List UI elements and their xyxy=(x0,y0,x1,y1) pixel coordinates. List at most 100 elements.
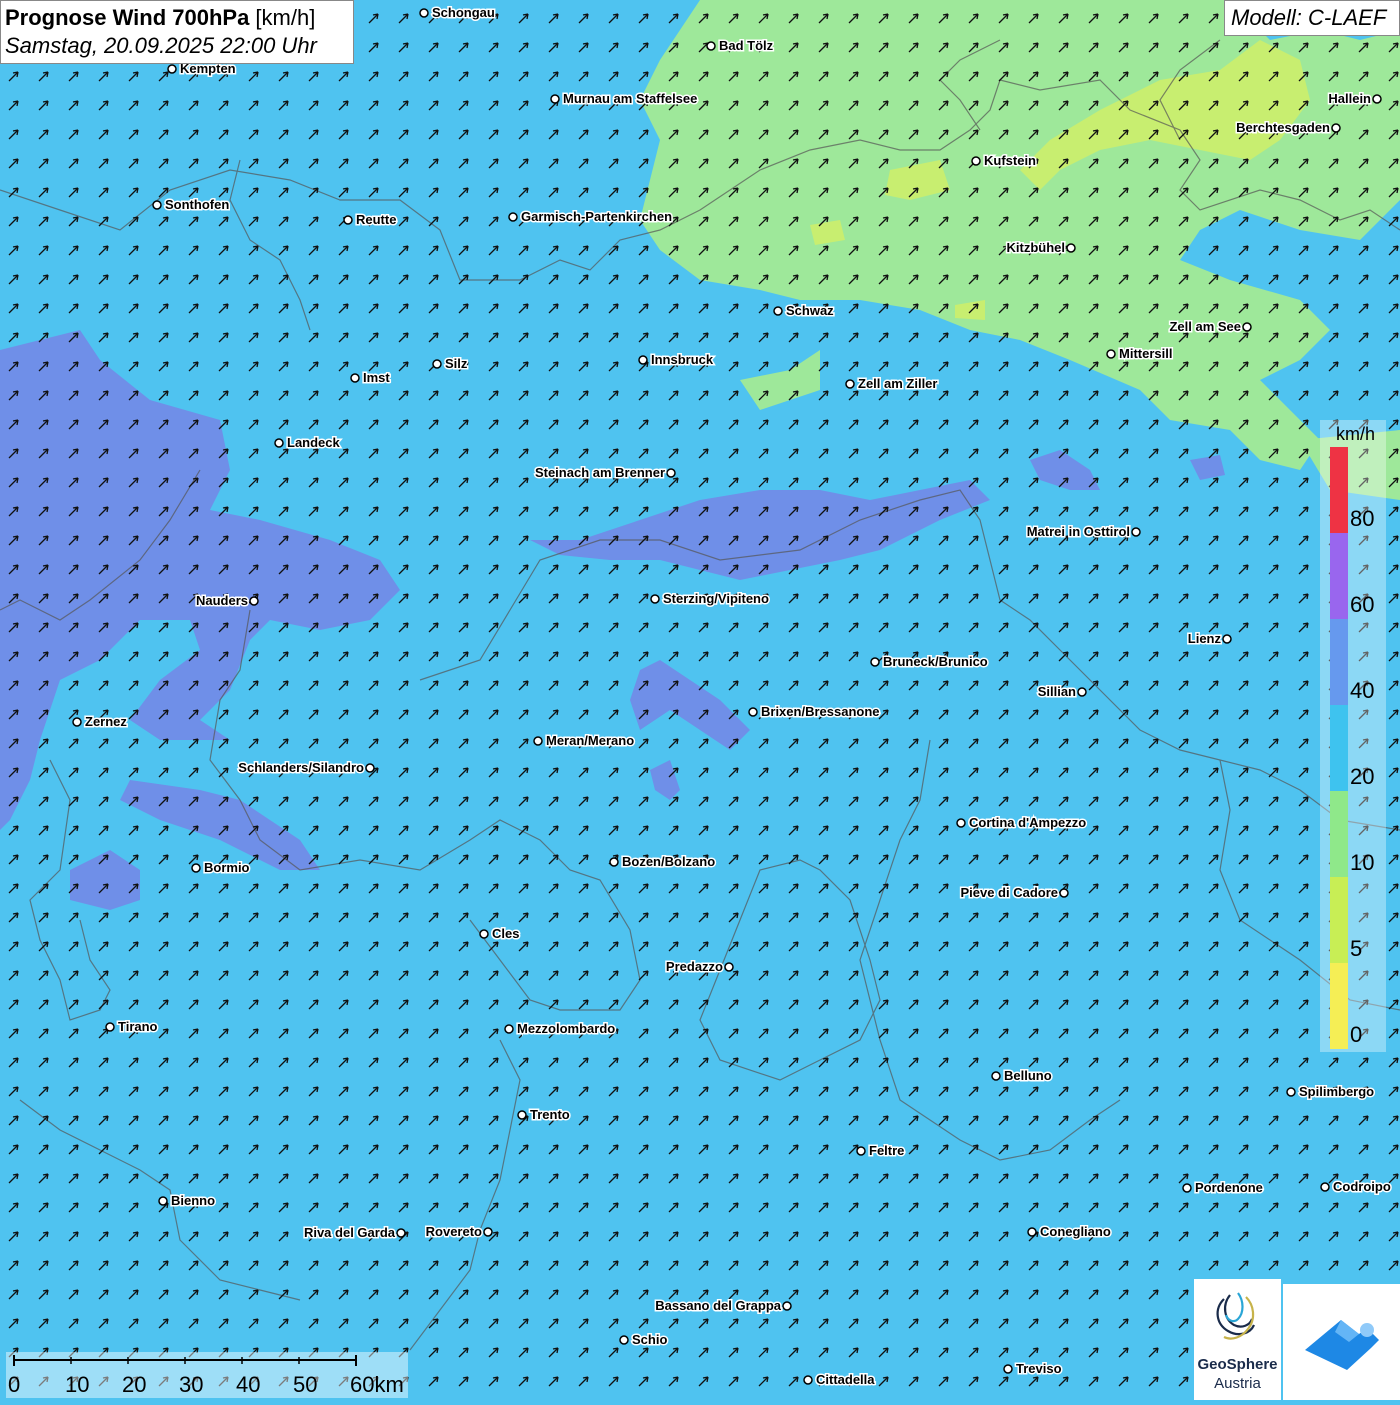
city-dot-icon xyxy=(638,355,648,365)
city-label: Pordenone xyxy=(1195,1180,1263,1195)
city-dot-icon xyxy=(1027,1227,1037,1237)
legend-band xyxy=(1330,877,1348,963)
city-marker: Kitzbühel xyxy=(1005,239,1076,257)
city-dot-icon xyxy=(479,929,489,939)
legend-band xyxy=(1330,963,1348,1049)
city-marker: Spilimbergo xyxy=(1286,1083,1376,1101)
city-dot-icon xyxy=(550,94,560,104)
legend-band xyxy=(1330,533,1348,619)
city-label: Bruneck/Brunico xyxy=(883,654,988,669)
legend-tick-label: 20 xyxy=(1350,764,1375,789)
city-dot-icon xyxy=(1242,322,1252,332)
city-dot-icon xyxy=(432,359,442,369)
city-label: Feltre xyxy=(869,1143,904,1158)
title-bold: Prognose Wind 700hPa xyxy=(5,5,250,30)
city-dot-icon xyxy=(191,863,201,873)
city-label: Sterzing/Vipiteno xyxy=(663,591,769,606)
city-label: Zernez xyxy=(85,714,127,729)
weather-app-icon xyxy=(1305,1320,1379,1370)
city-dot-icon xyxy=(1320,1182,1330,1192)
city-label: Mittersill xyxy=(1119,346,1172,361)
city-dot-icon xyxy=(1059,888,1069,898)
scale-tick-label: 0 xyxy=(8,1372,21,1397)
city-label: Treviso xyxy=(1016,1361,1062,1376)
city-dot-icon xyxy=(870,657,880,667)
city-label: Belluno xyxy=(1004,1068,1052,1083)
city-dot-icon xyxy=(1222,634,1232,644)
city-label: Reutte xyxy=(356,212,396,227)
city-label: Conegliano xyxy=(1040,1224,1111,1239)
city-label: Codroipo xyxy=(1333,1179,1391,1194)
forecast-datetime: Samstag, 20.09.2025 22:00 Uhr xyxy=(5,33,317,58)
city-label: Cles xyxy=(492,926,519,941)
city-label: Sonthofen xyxy=(165,197,229,212)
city-marker: Mezzolombardo xyxy=(504,1020,617,1038)
city-label: Sillian xyxy=(1038,684,1076,699)
city-label: Silz xyxy=(445,356,468,371)
city-label: Imst xyxy=(363,370,390,385)
city-label: Bormio xyxy=(204,860,250,875)
scale-tick-label: 40 xyxy=(236,1372,261,1397)
city-dot-icon xyxy=(1131,527,1141,537)
city-dot-icon xyxy=(1372,94,1382,104)
city-dot-icon xyxy=(1331,123,1341,133)
city-dot-icon xyxy=(158,1196,168,1206)
city-dot-icon xyxy=(274,438,284,448)
legend-unit: km/h xyxy=(1336,424,1376,444)
legend-band xyxy=(1330,705,1348,791)
scale-tick-label: 20 xyxy=(122,1372,147,1397)
geosphere-emblem-icon xyxy=(1216,1292,1256,1340)
city-dot-icon xyxy=(350,373,360,383)
city-dot-icon xyxy=(249,596,259,606)
city-label: Mezzolombardo xyxy=(517,1021,615,1036)
city-label: Garmisch-Partenkirchen xyxy=(521,209,672,224)
city-dot-icon xyxy=(504,1024,514,1034)
scale-tick-label: 10 xyxy=(65,1372,90,1397)
weather-app-logo[interactable] xyxy=(1283,1284,1400,1400)
city-label: Predazzo xyxy=(666,959,723,974)
city-label: Cittadella xyxy=(816,1372,875,1387)
scale-tick-label: 30 xyxy=(179,1372,204,1397)
city-dot-icon xyxy=(483,1227,493,1237)
city-dot-icon xyxy=(782,1301,792,1311)
legend-tick-label: 80 xyxy=(1350,506,1375,531)
legend-tick-label: 40 xyxy=(1350,678,1375,703)
city-marker: Bassano del Grappa xyxy=(654,1297,792,1315)
city-label: Steinach am Brenner xyxy=(535,465,665,480)
city-marker: Matrei in Osttirol xyxy=(1025,523,1141,541)
city-label: Berchtesgaden xyxy=(1236,120,1330,135)
city-dot-icon xyxy=(650,594,660,604)
city-marker: Murnau am Staffelsee xyxy=(550,90,699,108)
city-dot-icon xyxy=(343,215,353,225)
legend-tick-label: 10 xyxy=(1350,850,1375,875)
city-label: Tirano xyxy=(118,1019,158,1034)
city-label: Murnau am Staffelsee xyxy=(563,91,697,106)
city-label: Spilimbergo xyxy=(1299,1084,1374,1099)
page-title: Prognose Wind 700hPa [km/h] xyxy=(5,4,345,32)
city-dot-icon xyxy=(845,379,855,389)
title-unit: [km/h] xyxy=(249,5,316,30)
city-dot-icon xyxy=(105,1022,115,1032)
city-label: Schwaz xyxy=(786,303,834,318)
city-dot-icon xyxy=(152,200,162,210)
geosphere-logo[interactable]: GeoSphere Austria xyxy=(1194,1279,1281,1400)
city-marker: Schongau xyxy=(419,4,496,22)
city-label: Meran/Merano xyxy=(546,733,634,748)
legend-band xyxy=(1330,619,1348,705)
city-marker: Predazzo xyxy=(664,958,734,976)
city-label: Kufstein xyxy=(984,153,1036,168)
city-dot-icon xyxy=(609,857,619,867)
city-label: Lienz xyxy=(1188,631,1222,646)
city-marker: Berchtesgaden xyxy=(1235,119,1341,137)
city-dot-icon xyxy=(956,818,966,828)
city-dot-icon xyxy=(1106,349,1116,359)
city-dot-icon xyxy=(167,64,177,74)
city-dot-icon xyxy=(396,1228,406,1238)
city-dot-icon xyxy=(419,8,429,18)
legend-tick-label: 60 xyxy=(1350,592,1375,617)
city-label: Zell am Ziller xyxy=(858,376,937,391)
city-marker: Sterzing/Vipiteno xyxy=(650,590,770,608)
city-dot-icon xyxy=(1066,243,1076,253)
city-marker: Garmisch-Partenkirchen xyxy=(508,208,674,226)
city-marker: Conegliano xyxy=(1027,1223,1112,1241)
